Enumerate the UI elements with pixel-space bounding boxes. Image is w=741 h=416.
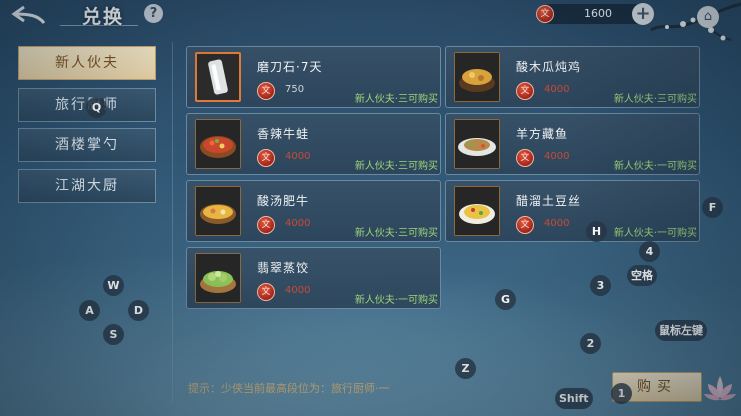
copper-coin-icon: 文 [516,216,534,234]
key-hint-d: D [128,300,149,321]
potato-shreds-icon [455,187,499,235]
category-tab-novice-cook[interactable]: 新人伙夫 [18,46,156,80]
key-hint-mouse-left: 鼠标左键 [655,320,707,341]
spicy-bullfrog-icon [196,120,240,168]
category-tab-tavern-chef[interactable]: 酒楼掌勺 [18,128,156,162]
item-name: 翡翠蒸饺 [257,261,310,275]
page-title: 兑换 [82,6,125,28]
whetstone-icon [197,54,239,100]
key-hint-h: H [586,221,607,242]
jade-dumplings-icon [196,254,240,302]
item-card-spicy-bullfrog[interactable]: 香辣牛蛙 文 4000 新人伙夫·三可购买 [186,113,441,175]
price-value: 750 [285,84,305,95]
purchase-limit: 新人伙夫·一可购买 [354,295,438,306]
lotus-decoration-icon [704,376,736,401]
item-name: 香辣牛蛙 [257,127,310,141]
purchase-limit: 新人伙夫·三可购买 [354,94,438,105]
purchase-limit: 新人伙夫·三可购买 [354,228,438,239]
price-value: 4000 [285,151,311,162]
item-name: 羊方藏鱼 [516,127,569,141]
item-name: 磨刀石·7天 [257,60,323,74]
key-hint-shift: Shift [555,388,593,409]
key-hint-w: W [103,275,124,296]
lamb-fish-icon [455,120,499,168]
item-card-braised-chicken[interactable]: 酸木瓜炖鸡 文 4000 新人伙夫·三可购买 [445,46,700,108]
home-icon: ⌂ [703,9,713,24]
item-icon-frame [195,186,241,236]
panel-divider [172,42,173,402]
item-icon-frame [195,119,241,169]
key-hint-z: Z [455,358,476,379]
item-name: 酸汤肥牛 [257,194,310,208]
copper-coin-icon: 文 [257,82,275,100]
copper-coin-icon: 文 [257,216,275,234]
price-value: 4000 [544,151,570,162]
key-hint-space: 空格 [627,265,657,286]
copper-coin-icon: 文 [516,149,534,167]
help-button[interactable]: ? [144,4,163,23]
price-value: 4000 [544,84,570,95]
price-value: 4000 [285,285,311,296]
key-hint-q: Q [86,97,107,118]
back-arrow-icon [11,5,46,24]
purchase-limit: 新人伙夫·一可购买 [613,228,697,239]
copper-coin-icon: 文 [536,5,554,23]
back-button[interactable] [8,3,52,27]
purchase-limit: 新人伙夫·三可购买 [613,94,697,105]
item-icon-frame [454,119,500,169]
sour-soup-beef-icon [196,187,240,235]
copper-coin-icon: 文 [257,283,275,301]
item-card-whetstone[interactable]: 磨刀石·7天 文 750 新人伙夫·三可购买 [186,46,441,108]
rank-tip: 提示：少侠当前最高段位为：旅行厨师·一 [188,382,390,395]
item-card-lamb-fish[interactable]: 羊方藏鱼 文 4000 新人伙夫·一可购买 [445,113,700,175]
currency-value: 1600 [584,7,612,20]
item-card-sour-soup-beef[interactable]: 酸汤肥牛 文 4000 新人伙夫·三可购买 [186,180,441,242]
key-hint-2: 2 [580,333,601,354]
item-icon-frame [195,52,241,102]
purchase-limit: 新人伙夫·三可购买 [354,161,438,172]
copper-coin-icon: 文 [257,149,275,167]
key-hint-3: 3 [590,275,611,296]
key-hint-4: 4 [639,241,660,262]
category-tab-jianghu-master[interactable]: 江湖大厨 [18,169,156,203]
item-icon-frame [195,253,241,303]
item-card-jade-dumplings[interactable]: 翡翠蒸饺 文 4000 新人伙夫·一可购买 [186,247,441,309]
purchase-limit: 新人伙夫·一可购买 [613,161,697,172]
item-icon-frame [454,52,500,102]
copper-coin-icon: 文 [516,82,534,100]
key-hint-s: S [103,324,124,345]
key-hint-a: A [79,300,100,321]
braised-chicken-icon [455,53,499,101]
key-hint-f: F [702,197,723,218]
item-name: 醋溜土豆丝 [516,194,582,208]
item-icon-frame [454,186,500,236]
item-name: 酸木瓜炖鸡 [516,60,582,74]
key-hint-g: G [495,289,516,310]
item-card-potato-shreds[interactable]: 醋溜土豆丝 文 4000 新人伙夫·一可购买 [445,180,700,242]
price-value: 4000 [285,218,311,229]
price-value: 4000 [544,218,570,229]
add-currency-button[interactable]: + [632,3,654,25]
home-button[interactable]: ⌂ [697,6,719,28]
key-hint-1: 1 [611,383,632,404]
